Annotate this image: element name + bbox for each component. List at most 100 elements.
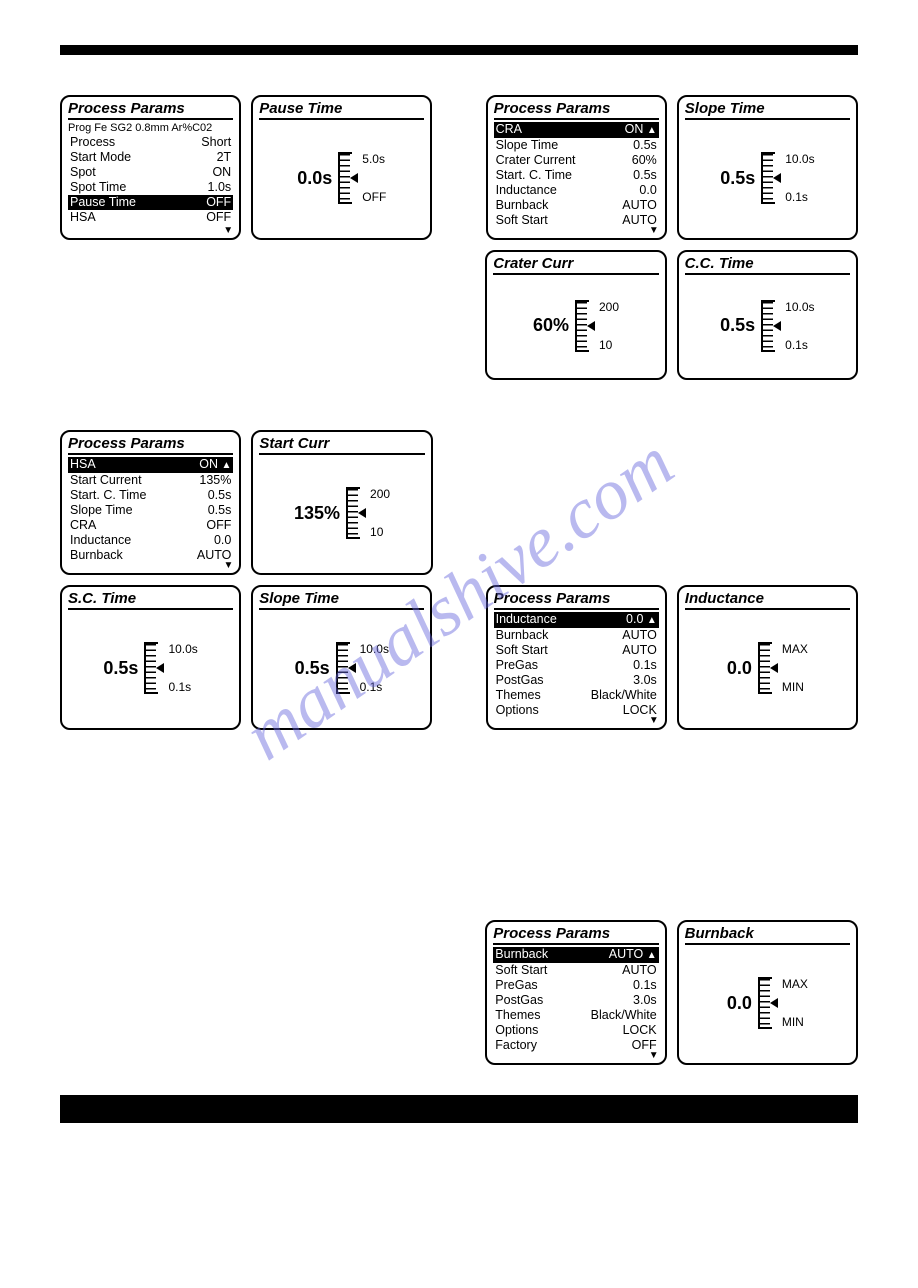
list-item[interactable]: Inductance0.0 <box>68 533 233 548</box>
list-item[interactable]: Soft StartAUTO <box>493 963 658 978</box>
list-item[interactable]: Slope Time0.5s <box>68 503 233 518</box>
param-value: 1.0s <box>208 180 232 195</box>
value-display: 0.0s5.0sOFF <box>259 122 424 234</box>
list-item[interactable]: BurnbackAUTO <box>494 628 659 643</box>
panel-title: Process Params <box>68 435 233 455</box>
list-item[interactable]: HSAON ▲ <box>68 457 233 473</box>
list-item[interactable]: SpotON <box>68 165 233 180</box>
scale-ticks <box>761 300 775 352</box>
param-value: ON ▲ <box>199 457 231 473</box>
param-label: Crater Current <box>496 153 576 168</box>
scale-max: 10.0s <box>785 300 814 314</box>
list-item[interactable]: Soft StartAUTO <box>494 213 659 228</box>
list-item[interactable]: ThemesBlack/White <box>494 688 659 703</box>
list-item[interactable]: CRAON ▲ <box>494 122 659 138</box>
value-display: 135%20010 <box>259 457 424 569</box>
list-item[interactable]: Start Mode 2T <box>68 150 233 165</box>
param-value: 2T <box>217 150 232 165</box>
param-value: ON <box>212 165 231 180</box>
param-label: Burnback <box>70 548 123 563</box>
list-item[interactable]: Start. C. Time0.5s <box>494 168 659 183</box>
list-item[interactable]: Themes Black/White <box>493 1008 658 1023</box>
param-label: Start. C. Time <box>70 488 146 503</box>
param-value: OFF <box>206 518 231 533</box>
list-item[interactable]: Crater Current60% <box>494 153 659 168</box>
spacer <box>60 390 858 430</box>
list-item[interactable]: FactoryOFF <box>493 1038 658 1053</box>
scale-labels: 20010 <box>599 300 619 352</box>
param-value: ON ▲ <box>625 122 657 138</box>
empty-slot <box>486 430 667 575</box>
empty-slot <box>251 250 432 380</box>
scale-labels: 10.0s0.1s <box>168 642 197 694</box>
param-label: Soft Start <box>496 213 548 228</box>
param-label: Start Current <box>70 473 142 488</box>
list-item[interactable]: BurnbackAUTO <box>494 198 659 213</box>
param-value: 0.0 <box>214 533 231 548</box>
value-panel-inductance: Inductance0.0MAXMIN <box>677 585 858 730</box>
list-item[interactable]: BurnbackAUTO <box>68 548 233 563</box>
current-value: 135% <box>294 503 340 524</box>
list-item[interactable]: PreGas0.1s <box>494 658 659 673</box>
value-panel-burnback: Burnback0.0MAXMIN <box>677 920 858 1065</box>
scale-labels: 10.0s0.1s <box>360 642 389 694</box>
current-value: 0.0 <box>727 993 752 1014</box>
param-value: LOCK <box>623 1023 657 1038</box>
list-item[interactable]: Spot Time1.0s <box>68 180 233 195</box>
list-item[interactable]: OptionsLOCK <box>494 703 659 718</box>
scale-min: 0.1s <box>785 338 814 352</box>
scroll-up-icon: ▲ <box>647 950 657 961</box>
param-list: CRAON ▲ Slope Time0.5s Crater Current60%… <box>494 122 659 234</box>
panel-title: C.C. Time <box>685 255 850 275</box>
spacer <box>60 740 858 920</box>
list-item[interactable]: Soft Start AUTO <box>494 643 659 658</box>
list-item[interactable]: Start. C. Time0.5s <box>68 488 233 503</box>
list-item[interactable]: PostGas3.0s <box>493 993 658 1008</box>
list-item[interactable]: Inductance0.0 ▲ <box>494 612 659 628</box>
list-item[interactable]: Inductance0.0 <box>494 183 659 198</box>
scale-labels: MAXMIN <box>782 642 808 694</box>
list-item[interactable]: PreGas0.1s <box>493 978 658 993</box>
param-value: 0.5s <box>633 138 657 153</box>
param-label: Themes <box>495 1008 540 1023</box>
list-item[interactable]: BurnbackAUTO ▲ <box>493 947 658 963</box>
scroll-down-icon: ▼ <box>649 1050 659 1061</box>
scale-icon: 10.0s 0.1s <box>761 300 814 352</box>
scale-ticks <box>758 642 772 694</box>
current-value: 0.0s <box>297 168 332 189</box>
param-value: Short <box>201 135 231 150</box>
list-panel-process-params-burnback: Process Params BurnbackAUTO ▲Soft StartA… <box>485 920 666 1065</box>
param-value: Black/White <box>591 1008 657 1023</box>
scale-min: 10 <box>599 338 619 352</box>
scale-min: 0.1s <box>785 190 814 204</box>
param-label: Burnback <box>495 947 548 963</box>
param-label: Start Mode <box>70 150 131 165</box>
column-gap <box>442 95 475 240</box>
value-panel-slope-time-1: Slope Time0.5s10.0s0.1s <box>677 95 858 240</box>
param-label: Soft Start <box>496 643 548 658</box>
page: manualshive.com Process ParamsProg Fe SG… <box>0 45 918 1153</box>
list-item[interactable]: OptionsLOCK <box>493 1023 658 1038</box>
param-value: OFF <box>206 195 231 210</box>
list-item[interactable]: Slope Time0.5s <box>494 138 659 153</box>
param-label: Process <box>70 135 115 150</box>
scroll-down-icon: ▼ <box>649 225 659 236</box>
list-subheader: Prog Fe SG2 0.8mm Ar%C02 <box>68 122 233 134</box>
param-label: CRA <box>70 518 96 533</box>
value-display: 0.0MAXMIN <box>685 612 850 724</box>
value-display: 0.5s10.0s0.1s <box>259 612 424 724</box>
value-display: 60%20010 <box>493 277 658 374</box>
list-item[interactable]: CRA OFF <box>68 518 233 533</box>
list-item[interactable]: HSAOFF <box>68 210 233 225</box>
param-value: AUTO <box>622 643 657 658</box>
list-item[interactable]: Start Current135% <box>68 473 233 488</box>
param-label: Options <box>496 703 539 718</box>
column-gap <box>442 585 475 730</box>
list-item[interactable]: Process Short <box>68 135 233 150</box>
scale-labels: 10.0s0.1s <box>785 152 814 204</box>
list-item[interactable]: PostGas3.0s <box>494 673 659 688</box>
value-display: 0.0MAXMIN <box>685 947 850 1059</box>
panel-title: Process Params <box>68 100 233 120</box>
list-item[interactable]: Pause TimeOFF <box>68 195 233 210</box>
param-value: AUTO <box>622 628 657 643</box>
